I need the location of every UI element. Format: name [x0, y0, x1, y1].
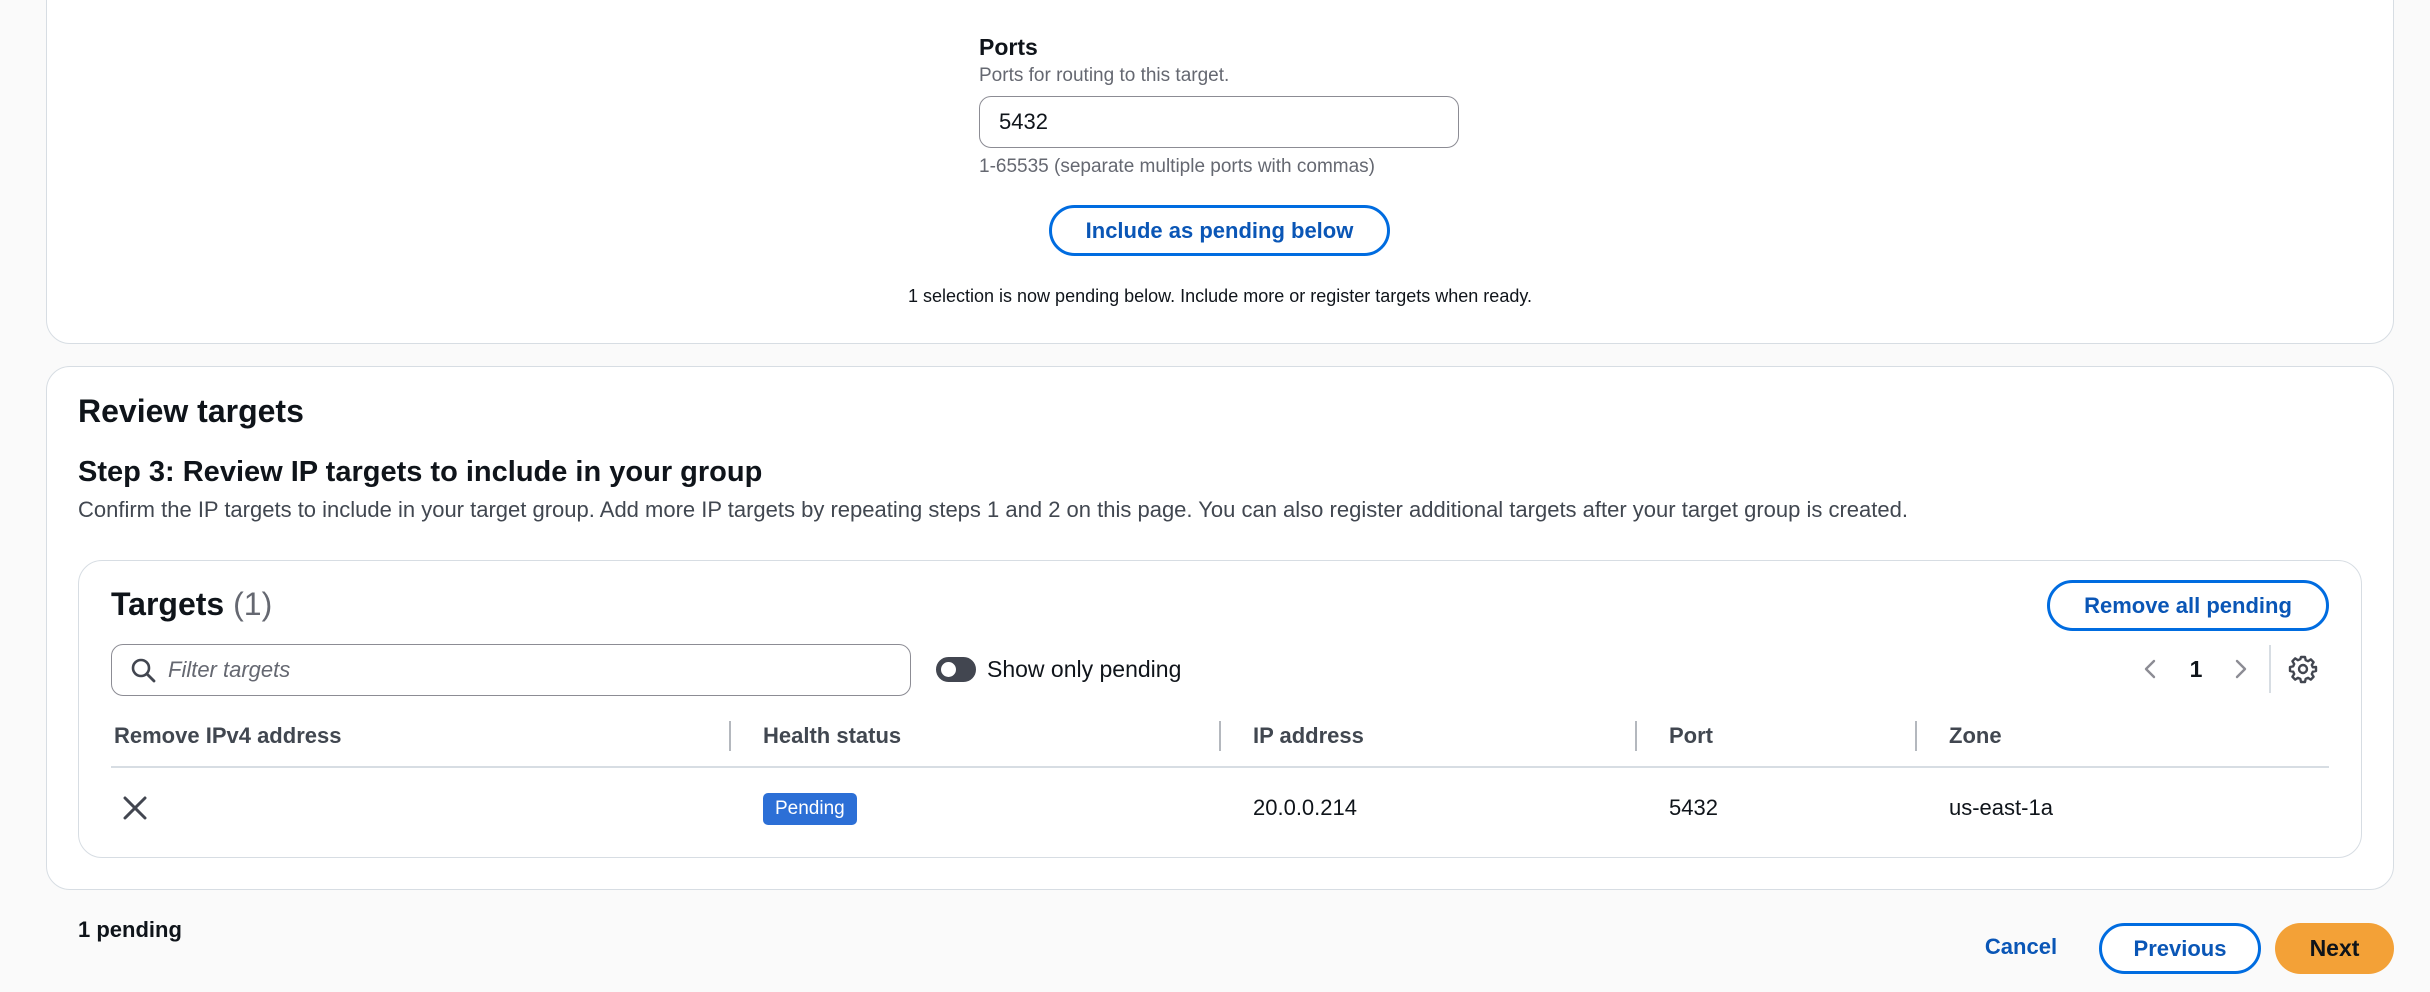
targets-count: (1)	[233, 586, 273, 622]
column-header-port: Port	[1669, 723, 1713, 748]
cell-ip-address: 20.0.0.214	[1253, 795, 1357, 820]
show-only-pending-toggle[interactable]	[936, 657, 976, 682]
cell-port: 5432	[1669, 795, 1718, 820]
cell-zone: us-east-1a	[1949, 795, 2053, 820]
column-separator[interactable]	[729, 721, 731, 751]
column-separator[interactable]	[1219, 721, 1221, 751]
filter-targets-input[interactable]	[168, 645, 888, 694]
previous-button[interactable]: Previous	[2099, 923, 2261, 974]
ports-hint: 1-65535 (separate multiple ports with co…	[979, 156, 1376, 177]
column-header-health-status: Health status	[763, 723, 902, 748]
ports-label: Ports	[979, 34, 1038, 60]
cancel-button[interactable]: Cancel	[1966, 926, 2076, 968]
status-badge: Pending	[763, 793, 857, 825]
chevron-left-icon[interactable]	[2138, 656, 2164, 682]
filter-targets-field[interactable]	[111, 644, 911, 696]
include-as-pending-button[interactable]: Include as pending below	[1049, 205, 1390, 256]
pending-selection-message: 1 selection is now pending below. Includ…	[907, 286, 1532, 306]
chevron-right-icon[interactable]	[2227, 656, 2253, 682]
review-title: Review targets	[78, 393, 304, 429]
step-title: Step 3: Review IP targets to include in …	[78, 456, 763, 488]
targets-title: Targets (1)	[111, 586, 272, 623]
pending-count: 1 pending	[78, 917, 182, 942]
remove-all-pending-button[interactable]: Remove all pending	[2047, 580, 2329, 631]
column-separator[interactable]	[1915, 721, 1917, 751]
column-header-zone: Zone	[1949, 723, 2002, 748]
search-icon	[131, 658, 156, 683]
ports-description: Ports for routing to this target.	[979, 65, 1230, 86]
toggle-knob	[941, 662, 956, 677]
show-only-pending-label: Show only pending	[987, 656, 1182, 682]
targets-title-text: Targets	[111, 586, 225, 622]
table-header-divider	[111, 766, 2329, 768]
ports-input[interactable]	[979, 96, 1459, 148]
column-header-remove: Remove IPv4 address	[114, 723, 342, 748]
next-button[interactable]: Next	[2275, 923, 2394, 974]
page-number[interactable]: 1	[2186, 656, 2206, 683]
pagination-divider	[2269, 645, 2271, 693]
column-separator[interactable]	[1635, 721, 1637, 751]
close-icon[interactable]	[121, 794, 149, 822]
gear-icon[interactable]	[2288, 654, 2318, 684]
step-description: Confirm the IP targets to include in you…	[78, 497, 1908, 522]
column-header-ip-address: IP address	[1253, 723, 1364, 748]
